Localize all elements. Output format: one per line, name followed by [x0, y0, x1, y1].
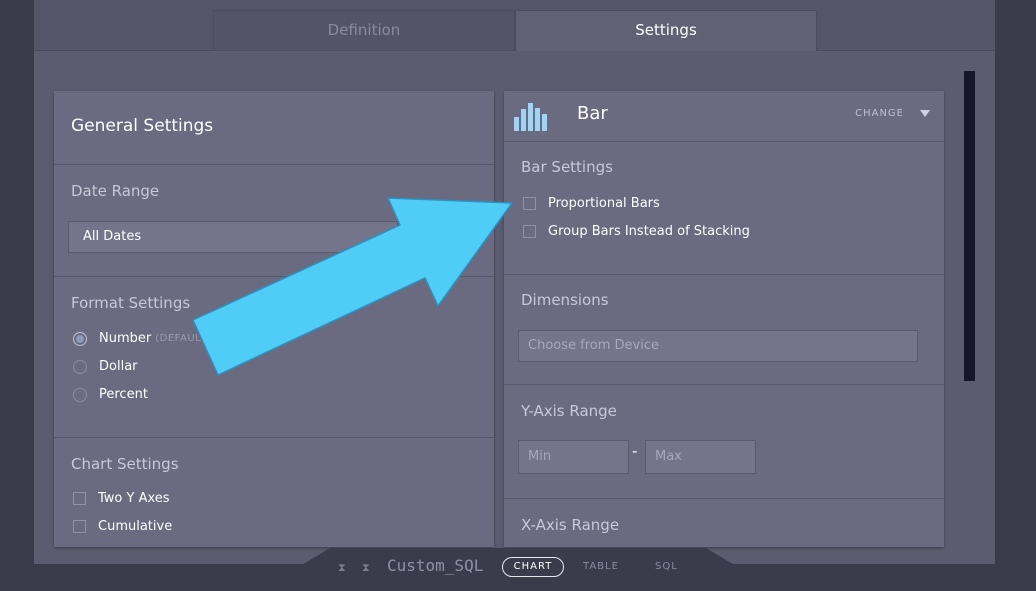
- format-option-number[interactable]: Number (DEFAULT): [73, 331, 211, 346]
- x-axis-range-section: X-Axis Range: [504, 499, 944, 547]
- dimensions-section: Dimensions Choose from Device: [504, 275, 944, 385]
- chart-option-label: Two Y Axes: [98, 491, 170, 506]
- footer-sql-tab[interactable]: SQL: [655, 561, 678, 572]
- tab-definition[interactable]: Definition: [213, 10, 515, 51]
- default-tag: (DEFAULT): [155, 333, 211, 344]
- y-axis-range-section: Y-Axis Range Min - Max: [504, 385, 944, 499]
- footer-chart-tab[interactable]: CHART: [502, 557, 564, 577]
- chart-settings-label: Chart Settings: [71, 455, 179, 473]
- bar-chart-icon: [514, 103, 547, 131]
- range-separator: -: [632, 442, 638, 460]
- bar-settings-section: Bar Settings Proportional Bars Group Bar…: [504, 142, 944, 275]
- date-range-select[interactable]: All Dates: [68, 221, 398, 253]
- format-option-dollar[interactable]: Dollar: [73, 359, 138, 374]
- date-range-section: Date Range All Dates: [54, 165, 494, 277]
- radio-icon[interactable]: [73, 359, 87, 374]
- y-axis-range-label: Y-Axis Range: [521, 402, 617, 420]
- format-option-label: Percent: [99, 387, 148, 402]
- format-option-label: Dollar: [99, 359, 138, 374]
- date-range-label: Date Range: [71, 182, 160, 200]
- query-title[interactable]: Custom_SQL: [387, 556, 483, 575]
- footer-table-tab[interactable]: TABLE: [583, 561, 619, 572]
- chart-type-panel: Bar CHANGE Bar Settings Proportional Bar…: [504, 91, 944, 547]
- bar-settings-label: Bar Settings: [521, 158, 613, 176]
- chart-type-header: Bar CHANGE: [504, 91, 944, 142]
- chart-option-label: Cumulative: [98, 519, 173, 534]
- chart-option-two-y-axes[interactable]: Two Y Axes: [73, 491, 170, 506]
- checkbox-icon[interactable]: [523, 225, 536, 238]
- editor-frame: Definition Settings General Settings Dat…: [34, 0, 995, 564]
- radio-selected-icon[interactable]: [73, 331, 87, 346]
- checkbox-icon[interactable]: [73, 492, 86, 505]
- general-settings-header: General Settings: [54, 91, 494, 165]
- tab-settings[interactable]: Settings: [515, 10, 817, 51]
- option-group-bars[interactable]: Group Bars Instead of Stacking: [523, 224, 750, 239]
- chevron-down-icon[interactable]: [920, 110, 930, 117]
- format-option-label: Number: [99, 331, 152, 346]
- y-axis-max-input[interactable]: Max: [645, 440, 756, 474]
- change-chart-type-button[interactable]: CHANGE: [855, 108, 904, 119]
- chart-type-name: Bar: [577, 103, 608, 124]
- checkbox-icon[interactable]: [73, 520, 86, 533]
- format-option-percent[interactable]: Percent: [73, 387, 148, 402]
- general-settings-title: General Settings: [71, 116, 214, 136]
- scrollbar-thumb[interactable]: [964, 71, 975, 381]
- checkbox-icon[interactable]: [523, 197, 536, 210]
- x-axis-range-label: X-Axis Range: [521, 516, 620, 534]
- y-axis-min-input[interactable]: Min: [518, 440, 629, 474]
- chart-option-cumulative[interactable]: Cumulative: [73, 519, 172, 534]
- dimensions-select[interactable]: Choose from Device: [518, 330, 918, 362]
- hourglass-icon[interactable]: ⧗: [338, 561, 346, 575]
- tab-bar: Definition Settings: [34, 0, 995, 51]
- format-settings-section: Format Settings Number (DEFAULT) Dollar …: [54, 277, 494, 438]
- dimensions-label: Dimensions: [521, 291, 609, 309]
- format-settings-label: Format Settings: [71, 294, 191, 312]
- general-settings-panel: General Settings Date Range All Dates Fo…: [54, 91, 494, 547]
- bar-option-label: Group Bars Instead of Stacking: [548, 224, 750, 239]
- bar-option-label: Proportional Bars: [548, 196, 660, 211]
- hourglass-icon[interactable]: ⧗: [362, 561, 370, 575]
- option-proportional-bars[interactable]: Proportional Bars: [523, 196, 660, 211]
- radio-icon[interactable]: [73, 387, 87, 402]
- chart-settings-section: Chart Settings Two Y Axes Cumulative: [54, 438, 494, 547]
